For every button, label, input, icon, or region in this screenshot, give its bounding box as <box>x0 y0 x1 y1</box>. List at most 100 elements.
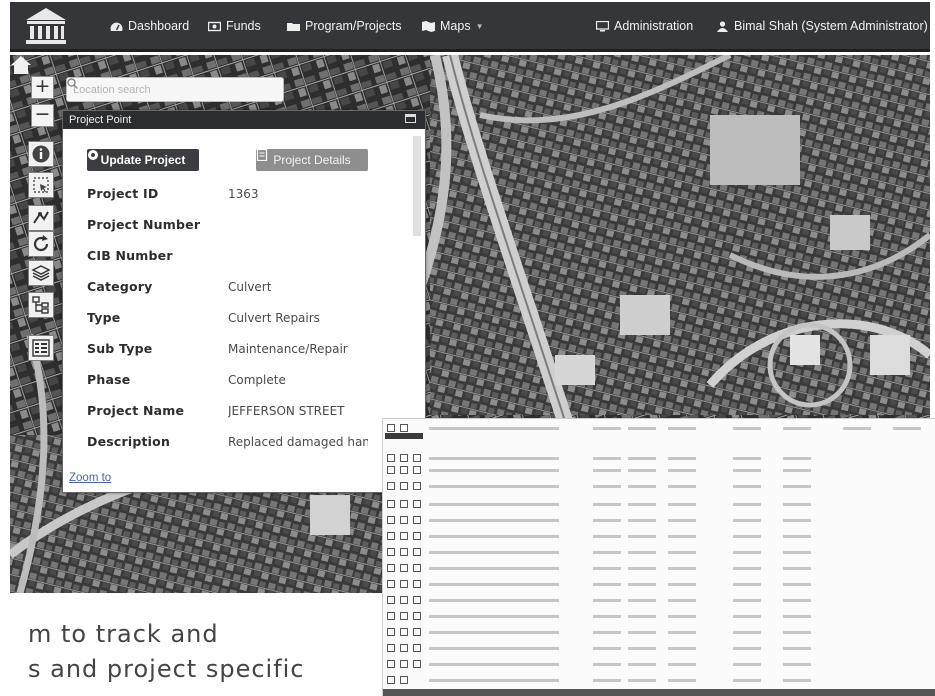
location-search[interactable] <box>66 77 284 102</box>
row-checkbox[interactable] <box>413 500 421 508</box>
row-checkbox[interactable] <box>387 676 395 684</box>
row-checkbox[interactable] <box>413 612 421 620</box>
row-checkbox[interactable] <box>400 564 408 572</box>
update-project-label: Update Project <box>100 153 186 167</box>
row-checkbox[interactable] <box>400 644 408 652</box>
row-checkbox[interactable] <box>387 580 395 588</box>
table-row[interactable] <box>387 453 426 463</box>
search-icon <box>67 78 78 89</box>
dashboard-icon <box>110 22 123 31</box>
table-cell <box>429 551 559 554</box>
field-phase: Phase Complete <box>87 372 387 394</box>
row-checkbox[interactable] <box>400 482 408 490</box>
zoom-to-link[interactable]: Zoom to <box>69 472 111 484</box>
row-checkbox[interactable] <box>413 596 421 604</box>
nav-user-menu[interactable]: Bimal Shah (System Administrator) ▼ <box>716 19 935 33</box>
table-row[interactable] <box>387 547 426 557</box>
row-checkbox[interactable] <box>387 612 395 620</box>
table-cell <box>429 615 559 618</box>
nav-administration[interactable]: Administration <box>596 19 693 33</box>
row-checkbox[interactable] <box>413 466 421 474</box>
row-checkbox[interactable] <box>400 466 408 474</box>
table-cell <box>593 583 621 586</box>
field-value: Replaced damaged handr <box>228 435 368 449</box>
row-checkbox[interactable] <box>413 564 421 572</box>
table-row[interactable] <box>387 659 426 669</box>
row-checkbox[interactable] <box>413 644 421 652</box>
zoom-in-button[interactable]: + <box>31 76 54 99</box>
table-cell <box>733 469 761 472</box>
row-checkbox[interactable] <box>387 516 395 524</box>
minimize-icon[interactable] <box>405 114 416 123</box>
zoom-out-button[interactable]: − <box>31 104 54 127</box>
row-checkbox[interactable] <box>387 644 395 652</box>
row-checkbox[interactable] <box>400 516 408 524</box>
row-checkbox[interactable] <box>400 596 408 604</box>
field-sub-type: Sub Type Maintenance/Repair <box>87 341 387 363</box>
row-checkbox[interactable] <box>400 454 408 462</box>
table-row[interactable] <box>387 611 426 621</box>
row-checkbox[interactable] <box>387 424 395 432</box>
legend-tool-button[interactable] <box>28 335 54 361</box>
table-row[interactable] <box>387 481 426 491</box>
row-checkbox[interactable] <box>400 532 408 540</box>
tree-tool-button[interactable] <box>28 292 54 318</box>
project-details-button[interactable]: Project Details <box>256 149 368 171</box>
row-checkbox[interactable] <box>400 500 408 508</box>
table-row[interactable] <box>387 465 426 475</box>
panel-scrollbar[interactable] <box>413 136 421 236</box>
row-checkbox[interactable] <box>387 660 395 668</box>
row-checkbox[interactable] <box>413 454 421 462</box>
table-row[interactable] <box>387 515 426 525</box>
row-checkbox[interactable] <box>400 628 408 636</box>
identify-tool-button[interactable] <box>28 141 54 167</box>
row-checkbox[interactable] <box>413 532 421 540</box>
row-checkbox[interactable] <box>387 548 395 556</box>
row-checkbox[interactable] <box>413 628 421 636</box>
table-row[interactable] <box>387 563 426 573</box>
row-checkbox[interactable] <box>387 482 395 490</box>
measure-tool-button[interactable] <box>28 205 54 231</box>
table-row[interactable] <box>387 499 426 509</box>
table-row[interactable] <box>387 643 426 653</box>
row-checkbox[interactable] <box>400 548 408 556</box>
update-project-button[interactable]: Update Project <box>87 149 199 171</box>
row-checkbox[interactable] <box>400 660 408 668</box>
row-checkbox[interactable] <box>413 548 421 556</box>
layers-tool-button[interactable] <box>28 260 54 286</box>
row-checkbox[interactable] <box>400 676 408 684</box>
search-input[interactable] <box>73 83 253 96</box>
select-tool-button[interactable] <box>28 172 54 198</box>
row-checkbox[interactable] <box>413 660 421 668</box>
row-checkbox[interactable] <box>387 596 395 604</box>
home-icon[interactable] <box>10 55 32 75</box>
building-logo-icon[interactable] <box>24 6 68 46</box>
row-checkbox[interactable] <box>387 466 395 474</box>
table-row[interactable] <box>387 531 426 541</box>
row-checkbox[interactable] <box>400 612 408 620</box>
folder-icon <box>287 22 300 31</box>
row-checkbox[interactable] <box>387 564 395 572</box>
row-checkbox[interactable] <box>387 532 395 540</box>
table-row[interactable] <box>387 675 413 685</box>
row-checkbox[interactable] <box>387 500 395 508</box>
nav-maps[interactable]: Maps ▼ <box>422 19 484 33</box>
table-cell <box>783 427 811 430</box>
refresh-tool-button[interactable] <box>28 231 54 257</box>
row-checkbox[interactable] <box>413 580 421 588</box>
nav-program-projects[interactable]: Program/Projects <box>287 19 402 33</box>
table-row[interactable] <box>387 595 426 605</box>
row-checkbox[interactable] <box>387 628 395 636</box>
nav-dashboard[interactable]: Dashboard <box>110 19 189 33</box>
row-checkbox[interactable] <box>400 424 408 432</box>
row-checkbox[interactable] <box>387 454 395 462</box>
field-key: Sub Type <box>87 341 153 356</box>
row-checkbox[interactable] <box>413 482 421 490</box>
table-cell <box>668 427 696 430</box>
row-checkbox[interactable] <box>400 580 408 588</box>
nav-funds[interactable]: Funds <box>208 19 261 33</box>
row-checkbox[interactable] <box>413 516 421 524</box>
table-row[interactable] <box>387 579 426 589</box>
table-row[interactable] <box>387 423 413 433</box>
table-row[interactable] <box>387 627 426 637</box>
